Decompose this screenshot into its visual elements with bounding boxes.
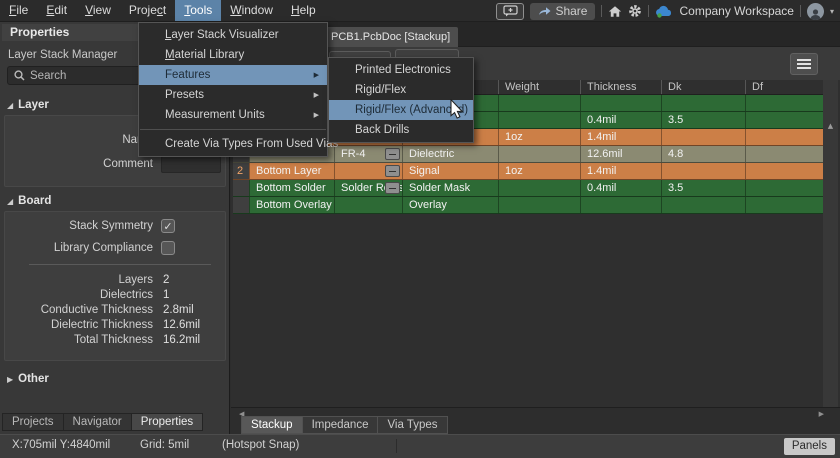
material-browse-button[interactable] bbox=[385, 165, 400, 177]
collapse-icon: ◢ bbox=[7, 101, 13, 110]
section-layer-header[interactable]: ◢Layer bbox=[7, 99, 49, 111]
stat-value: 16.2mil bbox=[163, 332, 200, 349]
person-icon bbox=[809, 8, 822, 20]
cursor-position: X:705mil Y:4840mil bbox=[12, 439, 110, 451]
chevron-down-icon[interactable]: ▾ bbox=[830, 7, 834, 16]
table-row[interactable]: Bottom Overlay Overlay bbox=[233, 197, 823, 214]
home-button[interactable] bbox=[608, 3, 622, 19]
hamburger-icon bbox=[797, 59, 811, 61]
section-other-header[interactable]: ▶Other bbox=[7, 373, 49, 385]
tab-navigator[interactable]: Navigator bbox=[64, 413, 132, 431]
library-compliance-label: Library Compliance bbox=[5, 240, 153, 257]
table-row[interactable]: 2 Bottom Layer Signal 1oz 1.4mil bbox=[233, 163, 823, 180]
col-thickness[interactable]: Thickness bbox=[580, 80, 661, 94]
library-compliance-row: Library Compliance bbox=[5, 240, 225, 257]
collapsed-icon: ▶ bbox=[7, 375, 13, 384]
menu-item-back-drills[interactable]: Back Drills bbox=[329, 120, 473, 140]
statusbar-divider bbox=[396, 439, 397, 453]
menu-item-presets[interactable]: Presets▶ bbox=[139, 85, 327, 105]
menu-item-rigid-flex[interactable]: Rigid/Flex bbox=[329, 80, 473, 100]
menu-item-measurement-units[interactable]: Measurement Units▶ bbox=[139, 105, 327, 125]
col-dk[interactable]: Dk bbox=[661, 80, 745, 94]
stack-symmetry-checkbox[interactable]: ✓ bbox=[161, 219, 175, 233]
panel-subtitle: Layer Stack Manager bbox=[8, 49, 117, 61]
share-arrow-icon bbox=[538, 6, 551, 16]
tab-stackup[interactable]: Stackup bbox=[241, 416, 303, 434]
submenu-arrow-icon: ▶ bbox=[314, 65, 319, 85]
share-button[interactable]: Share bbox=[530, 3, 595, 20]
menu-item-printed-electronics[interactable]: Printed Electronics bbox=[329, 60, 473, 80]
material-browse-button[interactable] bbox=[385, 182, 400, 194]
user-avatar[interactable] bbox=[807, 3, 824, 20]
topbar-divider bbox=[601, 5, 602, 17]
menubar: File Edit View Project Tools Window Help… bbox=[0, 0, 840, 22]
statusbar: X:705mil Y:4840mil Grid: 5mil (Hotspot S… bbox=[0, 434, 840, 458]
col-df[interactable]: Df bbox=[745, 80, 823, 94]
submenu-arrow-icon: ▶ bbox=[314, 85, 319, 105]
workspace-cloud-button[interactable] bbox=[655, 3, 673, 19]
panel-tab-bar: Projects Navigator Properties bbox=[2, 413, 203, 431]
menu-item-create-via-types[interactable]: Create Via Types From Used Vias bbox=[139, 134, 327, 154]
material-browse-button[interactable] bbox=[385, 148, 400, 160]
menu-tools[interactable]: Tools bbox=[175, 0, 221, 21]
tab-pcb1-stackup[interactable]: PCB1.PcbDoc [Stackup] bbox=[323, 27, 458, 47]
tab-projects[interactable]: Projects bbox=[2, 413, 64, 431]
table-scrollbar[interactable]: ▲ bbox=[823, 80, 838, 407]
menu-file[interactable]: File bbox=[0, 0, 37, 21]
search-icon bbox=[14, 70, 25, 81]
library-compliance-checkbox[interactable] bbox=[161, 241, 175, 255]
topbar-divider bbox=[800, 5, 801, 17]
comment-field-row: Comment bbox=[5, 156, 225, 173]
cloud-icon bbox=[655, 5, 673, 18]
menu-item-features[interactable]: Features▶ bbox=[139, 65, 327, 85]
menu-view[interactable]: View bbox=[76, 0, 120, 21]
comment-field[interactable] bbox=[161, 156, 221, 173]
menu-window[interactable]: Window bbox=[221, 0, 282, 21]
stat-row: Total Thickness 16.2mil bbox=[5, 332, 225, 349]
col-weight[interactable]: Weight bbox=[498, 80, 580, 94]
menu-item-layer-stack-visualizer[interactable]: Layer Stack Visualizer bbox=[139, 25, 327, 45]
tab-via-types[interactable]: Via Types bbox=[378, 416, 447, 434]
mouse-cursor bbox=[450, 99, 464, 122]
gear-icon bbox=[628, 4, 642, 18]
submenu-arrow-icon: ▶ bbox=[314, 105, 319, 125]
home-icon bbox=[608, 5, 622, 18]
divider bbox=[29, 264, 211, 265]
comment-plus-icon bbox=[503, 5, 518, 17]
snap-mode: (Hotspot Snap) bbox=[222, 439, 299, 451]
altium-window: File Edit View Project Tools Window Help… bbox=[0, 0, 840, 458]
share-label: Share bbox=[555, 4, 587, 18]
grid-setting: Grid: 5mil bbox=[140, 439, 189, 451]
arrow-cursor-icon bbox=[450, 99, 464, 119]
stack-symmetry-row: Stack Symmetry ✓ bbox=[5, 218, 225, 235]
comment-label: Comment bbox=[5, 156, 153, 173]
name-label: Name bbox=[5, 132, 153, 149]
collapse-icon: ◢ bbox=[7, 197, 13, 206]
feedback-button[interactable] bbox=[496, 3, 524, 20]
workspace-label[interactable]: Company Workspace bbox=[679, 4, 794, 18]
stackup-tab-bar: ◀ ▶ Stackup Impedance Via Types bbox=[231, 407, 840, 434]
menu-divider bbox=[140, 129, 326, 130]
menu-edit[interactable]: Edit bbox=[37, 0, 76, 21]
panels-button[interactable]: Panels bbox=[784, 438, 835, 455]
tab-impedance[interactable]: Impedance bbox=[303, 416, 379, 434]
topbar-divider bbox=[648, 5, 649, 17]
menu-item-material-library[interactable]: Material Library bbox=[139, 45, 327, 65]
table-row[interactable]: Bottom Solder Solder Resist Solder Mask … bbox=[233, 180, 823, 197]
settings-button[interactable] bbox=[628, 3, 642, 19]
scroll-up-icon[interactable]: ▲ bbox=[823, 122, 838, 130]
tab-properties[interactable]: Properties bbox=[132, 413, 203, 431]
topbar-right: Share Company Workspace ▾ bbox=[496, 0, 834, 22]
stat-label: Total Thickness bbox=[5, 332, 153, 349]
tools-menu: Layer Stack Visualizer Material Library … bbox=[138, 22, 328, 157]
tab-scroll-right-icon[interactable]: ▶ bbox=[819, 410, 824, 418]
board-section-box: Stack Symmetry ✓ Library Compliance Laye… bbox=[4, 211, 226, 361]
menu-help[interactable]: Help bbox=[282, 0, 325, 21]
menu-project[interactable]: Project bbox=[120, 0, 175, 21]
stack-symmetry-label: Stack Symmetry bbox=[5, 218, 153, 235]
table-options-button[interactable] bbox=[790, 53, 818, 75]
section-board-header[interactable]: ◢Board bbox=[7, 195, 51, 207]
